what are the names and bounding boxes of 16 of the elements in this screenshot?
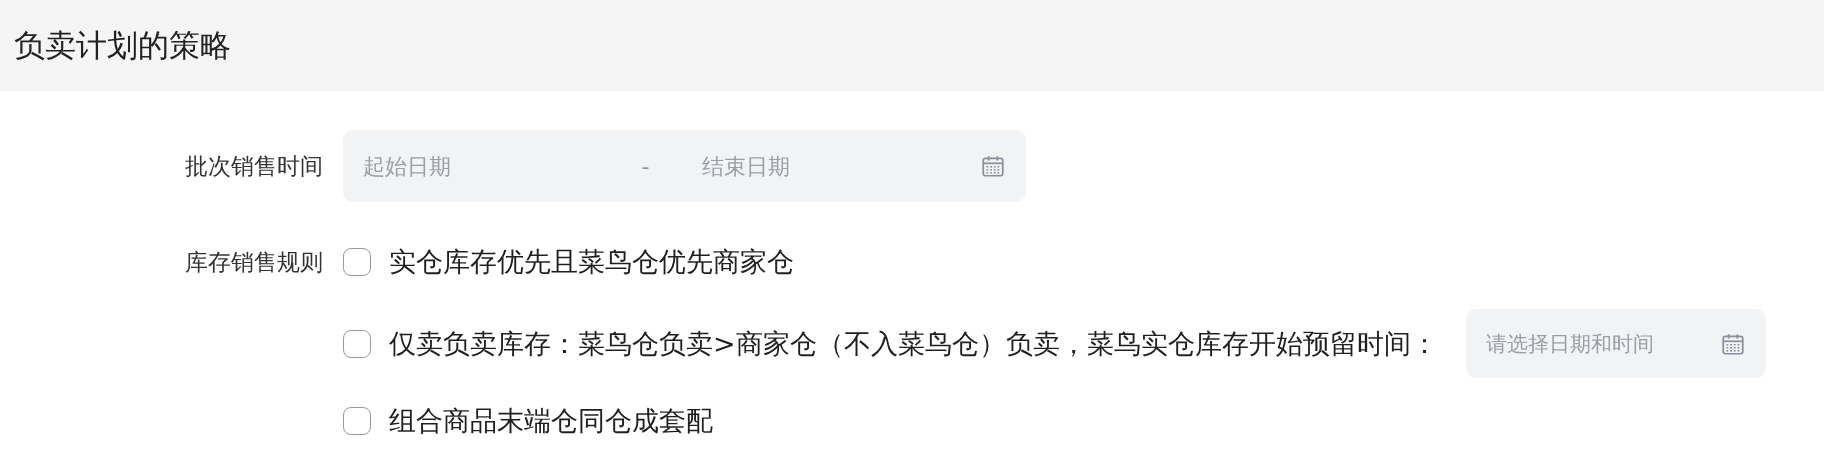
checkbox[interactable] — [343, 248, 371, 276]
calendar-icon — [980, 153, 1006, 179]
datetime-picker[interactable]: 请选择日期和时间 — [1465, 309, 1766, 378]
range-separator: - — [641, 153, 651, 179]
field-label: 批次销售时间 — [184, 151, 323, 181]
datetime-field[interactable]: 请选择日期和时间 — [1485, 331, 1720, 356]
checkbox[interactable] — [343, 407, 371, 435]
start-date-field[interactable]: 起始日期 — [363, 153, 642, 179]
section-title: 负卖计划的策略 — [14, 25, 231, 65]
end-date-field[interactable]: 结束日期 — [701, 153, 980, 179]
checkbox-label: 组合商品末端仓同仓成套配 — [389, 404, 713, 438]
checkbox-label: 仅卖负卖库存：菜鸟仓负卖>商家仓（不入菜鸟仓）负卖，菜鸟实仓库存开始预留时间： — [389, 326, 1438, 361]
field-label: 库存销售规则 — [184, 248, 323, 277]
checkbox[interactable] — [343, 329, 371, 358]
checkbox-label: 实仓库存优先且菜鸟仓优先商家仓 — [389, 245, 794, 279]
date-range-picker[interactable]: 起始日期 - 结束日期 — [343, 130, 1026, 202]
